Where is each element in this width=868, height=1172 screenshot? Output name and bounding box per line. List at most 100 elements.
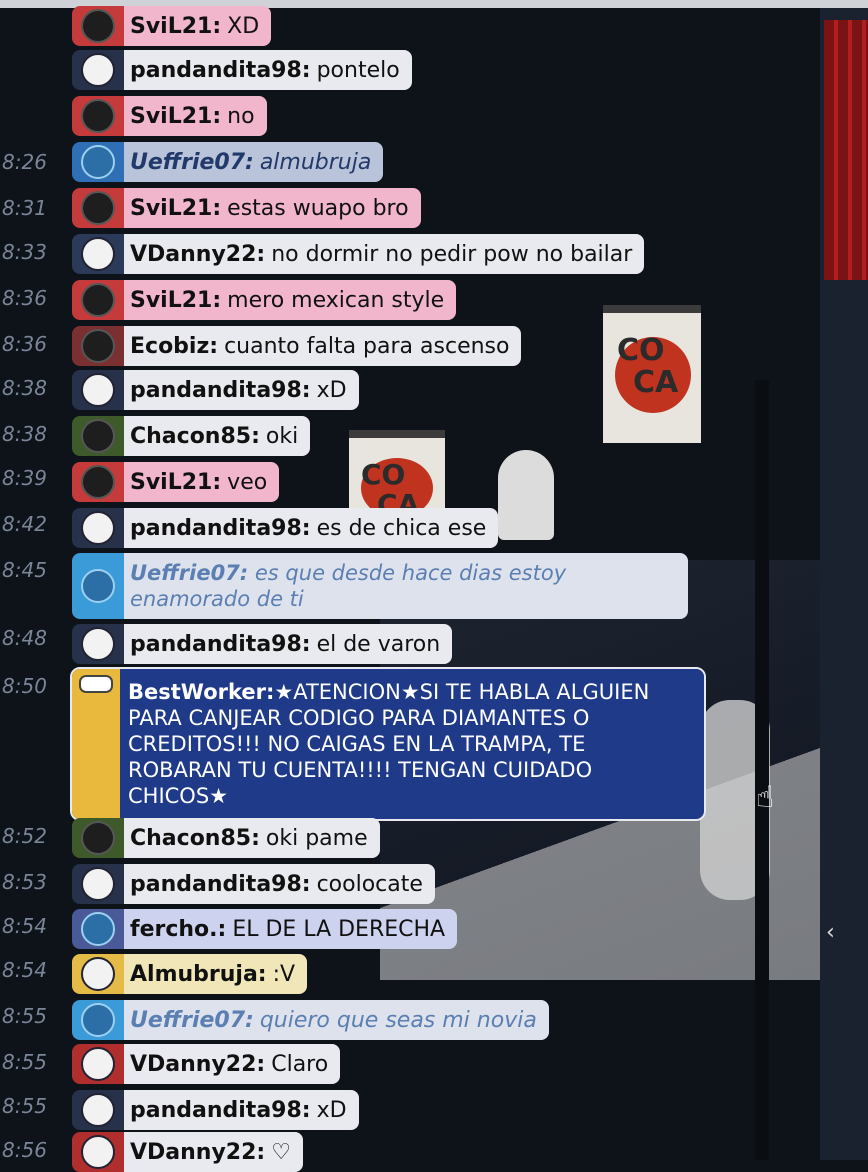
chat-bubble: Chacon85: oki [124, 416, 311, 456]
user-avatar[interactable] [72, 96, 124, 136]
staff-badge-icon [72, 669, 120, 819]
chat-username[interactable]: Ecobiz: [130, 334, 218, 359]
chat-message[interactable]: SviL21: mero mexican style [72, 280, 457, 320]
staff-announcement[interactable]: BestWorker:★ATENCION★SI TE HABLA ALGUIEN… [70, 667, 706, 821]
chat-username[interactable]: VDanny22: [130, 1140, 265, 1165]
user-avatar[interactable] [72, 280, 124, 320]
message-time: 8:55 [2, 1094, 47, 1118]
chat-message[interactable]: VDanny22: Claro [72, 1044, 341, 1084]
chat-message[interactable]: Ueffrie07: es que desde hace dias estoy … [72, 553, 688, 619]
chat-username[interactable]: SviL21: [130, 104, 221, 129]
user-avatar[interactable] [72, 624, 124, 664]
message-time: 8:38 [2, 376, 47, 400]
message-time: 8:55 [2, 1004, 47, 1028]
user-avatar[interactable] [72, 188, 124, 228]
chat-text: xD [316, 1097, 347, 1123]
user-avatar[interactable] [72, 370, 124, 410]
chat-username[interactable]: Ueffrie07: [130, 1008, 254, 1033]
chevron-left-icon[interactable]: ‹ [826, 920, 835, 945]
chat-message[interactable]: pandandita98: el de varon [72, 624, 453, 664]
chat-bubble: SviL21: no [124, 96, 267, 136]
room-banner: CO CA [603, 305, 701, 443]
user-avatar[interactable] [72, 553, 124, 619]
user-avatar[interactable] [72, 326, 124, 366]
chat-bubble: pandandita98: es de chica ese [124, 508, 499, 548]
user-avatar[interactable] [72, 818, 124, 858]
chat-bubble: VDanny22: ♡ [124, 1132, 303, 1172]
user-avatar[interactable] [72, 142, 124, 182]
chat-message[interactable]: pandandita98: xD [72, 1090, 359, 1130]
chat-username[interactable]: Chacon85: [130, 826, 260, 851]
chat-text: el de varon [316, 631, 441, 657]
message-time: 8:31 [2, 196, 47, 220]
message-time: 8:39 [2, 466, 47, 490]
user-avatar[interactable] [72, 1000, 124, 1040]
chat-message[interactable]: SviL21: no [72, 96, 267, 136]
chat-text: XD [227, 13, 260, 39]
chat-message[interactable]: pandandita98: coolocate [72, 864, 435, 904]
chat-username[interactable]: pandandita98: [130, 1098, 311, 1123]
chat-text: :V [272, 961, 296, 987]
chat-message[interactable]: VDanny22: no dormir no pedir pow no baila… [72, 234, 645, 274]
chat-message[interactable]: Almubruja::V [72, 954, 308, 994]
staff-bubble: BestWorker:★ATENCION★SI TE HABLA ALGUIEN… [120, 669, 704, 819]
chat-username[interactable]: fercho.: [130, 917, 226, 942]
room-avatar-figure[interactable] [498, 450, 554, 540]
user-avatar[interactable] [72, 234, 124, 274]
chat-message[interactable]: Chacon85: oki pame [72, 818, 380, 858]
room-red-wall [824, 20, 868, 280]
user-avatar[interactable] [72, 416, 124, 456]
chat-username[interactable]: pandandita98: [130, 378, 311, 403]
chat-text: cuanto falta para ascenso [224, 333, 510, 359]
chat-message[interactable]: Ecobiz: cuanto falta para ascenso [72, 326, 522, 366]
chat-username[interactable]: BestWorker: [128, 680, 274, 704]
message-time: 8:52 [2, 824, 47, 848]
user-avatar[interactable] [72, 6, 124, 46]
chat-message[interactable]: SviL21: veo [72, 462, 280, 502]
chat-username[interactable]: pandandita98: [130, 516, 311, 541]
chat-text: coolocate [316, 871, 423, 897]
chat-scrollbar-track[interactable] [755, 380, 769, 1160]
room-banner: CO CA [349, 430, 445, 521]
chat-username[interactable]: SviL21: [130, 470, 221, 495]
chat-message[interactable]: Chacon85: oki [72, 416, 311, 456]
chat-username[interactable]: VDanny22: [130, 1052, 265, 1077]
chat-username[interactable]: Ueffrie07: [130, 150, 254, 175]
user-avatar[interactable] [72, 1044, 124, 1084]
user-avatar[interactable] [72, 50, 124, 90]
chat-message[interactable]: Ueffrie07: quiero que seas mi novia [72, 1000, 549, 1040]
chat-message[interactable]: Ueffrie07: almubruja [72, 142, 384, 182]
user-avatar[interactable] [72, 954, 124, 994]
chat-username[interactable]: VDanny22: [130, 242, 265, 267]
chat-username[interactable]: SviL21: [130, 196, 221, 221]
user-avatar[interactable] [72, 462, 124, 502]
user-avatar[interactable] [72, 1090, 124, 1130]
chat-text: no dormir no pedir pow no bailar [271, 241, 633, 267]
chat-username[interactable]: pandandita98: [130, 58, 311, 83]
chat-bubble: pandandita98: el de varon [124, 624, 453, 664]
chat-message[interactable]: VDanny22: ♡ [72, 1132, 303, 1172]
chat-username[interactable]: SviL21: [130, 288, 221, 313]
chat-message[interactable]: pandandita98: xD [72, 370, 359, 410]
chat-message[interactable]: pandandita98: pontelo [72, 50, 412, 90]
chat-message[interactable]: SviL21: XD [72, 6, 272, 46]
message-time: 8:48 [2, 626, 47, 650]
chat-username[interactable]: SviL21: [130, 14, 221, 39]
chat-text: mero mexican style [227, 287, 445, 313]
chat-bubble: SviL21: veo [124, 462, 280, 502]
chat-message[interactable]: pandandita98: es de chica ese [72, 508, 499, 548]
chat-message[interactable]: fercho.: EL DE LA DERECHA [72, 909, 458, 949]
chat-username[interactable]: Ueffrie07: [130, 561, 248, 585]
user-avatar[interactable] [72, 508, 124, 548]
chat-username[interactable]: pandandita98: [130, 632, 311, 657]
chat-bubble: Ecobiz: cuanto falta para ascenso [124, 326, 522, 366]
message-time: 8:38 [2, 422, 47, 446]
user-avatar[interactable] [72, 1132, 124, 1172]
chat-username[interactable]: Almubruja: [130, 962, 267, 987]
user-avatar[interactable] [72, 864, 124, 904]
chat-text: ♡ [271, 1139, 291, 1165]
chat-message[interactable]: SviL21: estas wuapo bro [72, 188, 421, 228]
chat-username[interactable]: pandandita98: [130, 872, 311, 897]
user-avatar[interactable] [72, 909, 124, 949]
chat-username[interactable]: Chacon85: [130, 424, 260, 449]
